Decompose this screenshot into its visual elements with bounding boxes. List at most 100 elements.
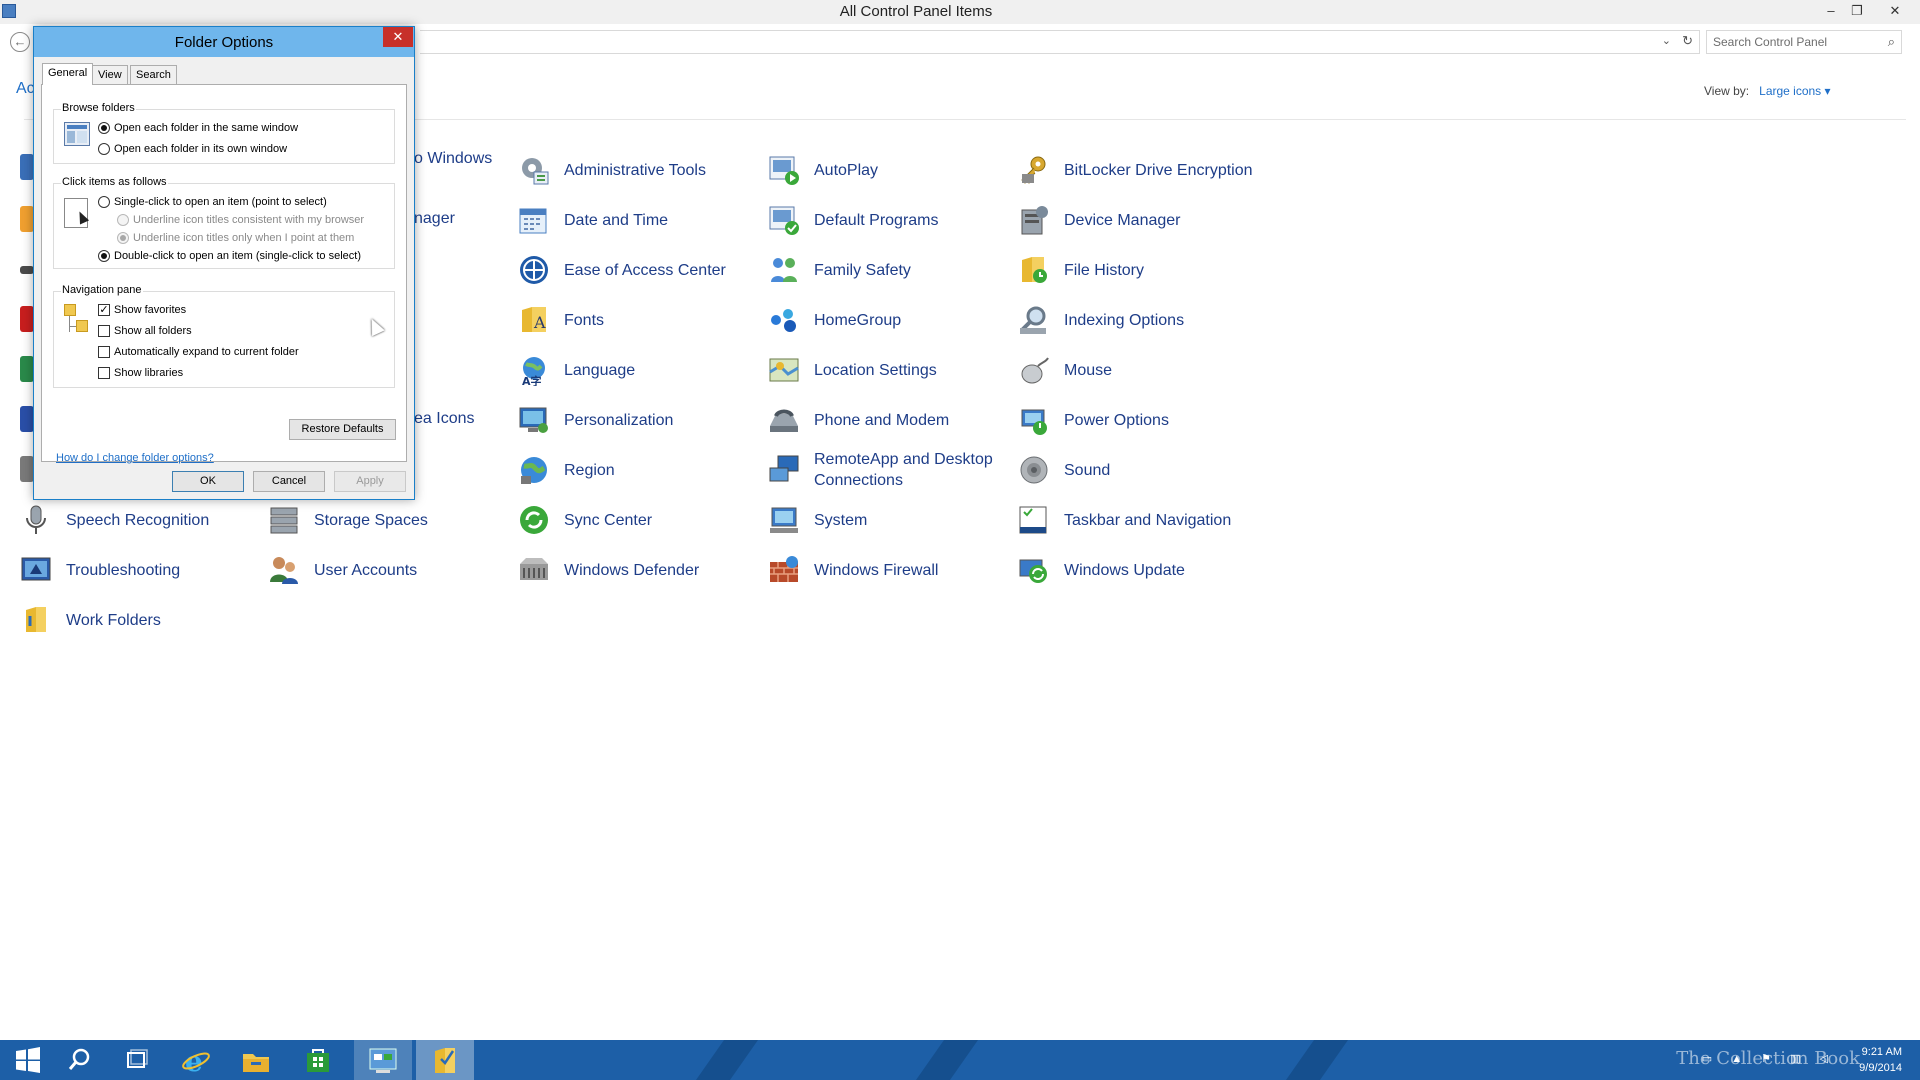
store-button[interactable] xyxy=(290,1040,346,1080)
item-user-accounts[interactable]: User Accounts xyxy=(268,550,417,590)
partial-label-windows[interactable]: o Windows xyxy=(414,150,492,168)
item-work-folders[interactable]: Work Folders xyxy=(20,600,161,640)
restore-button[interactable]: ❐ xyxy=(1846,2,1868,20)
item-location-settings[interactable]: Location Settings xyxy=(768,350,937,390)
tab-view[interactable]: View xyxy=(92,65,128,85)
partial-icon[interactable] xyxy=(20,356,34,382)
minimize-button[interactable]: – xyxy=(1820,2,1842,20)
item-homegroup[interactable]: HomeGroup xyxy=(768,300,901,340)
show-libraries-checkbox[interactable] xyxy=(98,367,110,379)
show-all-folders-checkbox[interactable] xyxy=(98,325,110,337)
item-sound[interactable]: Sound xyxy=(1018,450,1110,490)
windows-defender-icon xyxy=(518,554,550,586)
open-same-window-option[interactable]: Open each folder in the same window xyxy=(98,122,298,134)
dialog-title-bar[interactable]: Folder Options ✕ xyxy=(34,27,414,57)
show-all-folders-option[interactable]: Show all folders xyxy=(98,325,192,337)
address-dropdown-icon[interactable]: ⌄ xyxy=(1662,34,1671,47)
file-explorer-button[interactable] xyxy=(228,1040,284,1080)
item-windows-firewall[interactable]: Windows Firewall xyxy=(768,550,938,590)
item-phone-and-modem[interactable]: Phone and Modem xyxy=(768,400,949,440)
item-language[interactable]: A字 Language xyxy=(518,350,635,390)
tab-general[interactable]: General xyxy=(42,63,94,85)
item-storage-spaces[interactable]: Storage Spaces xyxy=(268,500,428,540)
partial-label-area-icons[interactable]: ea Icons xyxy=(414,410,474,428)
open-same-window-radio[interactable] xyxy=(98,122,110,134)
item-family-safety[interactable]: Family Safety xyxy=(768,250,911,290)
show-libraries-option[interactable]: Show libraries xyxy=(98,367,183,379)
partial-icon[interactable] xyxy=(20,206,34,232)
item-remoteapp[interactable]: RemoteApp and Desktop Connections xyxy=(768,450,1004,490)
search-taskbar-button[interactable] xyxy=(52,1040,108,1080)
open-own-window-radio[interactable] xyxy=(98,143,110,155)
tab-search[interactable]: Search xyxy=(130,65,177,85)
item-taskbar-and-navigation[interactable]: Taskbar and Navigation xyxy=(1018,500,1231,540)
double-click-radio[interactable] xyxy=(98,250,110,262)
navigation-pane-folder-tree-icon xyxy=(64,304,90,340)
search-icon[interactable]: ⌕ xyxy=(1888,34,1895,50)
calendar-clock-icon xyxy=(518,204,550,236)
device-manager-icon xyxy=(1018,204,1050,236)
item-speech-recognition[interactable]: Speech Recognition xyxy=(20,500,209,540)
item-windows-update[interactable]: Windows Update xyxy=(1018,550,1185,590)
restore-defaults-button[interactable]: Restore Defaults xyxy=(289,419,396,440)
ok-button[interactable]: OK xyxy=(172,471,244,492)
item-mouse[interactable]: Mouse xyxy=(1018,350,1112,390)
view-by: View by: Large icons ▾ xyxy=(1704,84,1831,98)
item-power-options[interactable]: Power Options xyxy=(1018,400,1169,440)
bitlocker-key-icon xyxy=(1018,154,1050,186)
left-pane-link-partial[interactable]: Ac xyxy=(16,80,35,98)
partial-icon[interactable] xyxy=(20,456,34,482)
auto-expand-option[interactable]: Automatically expand to current folder xyxy=(98,346,299,358)
double-click-option[interactable]: Double-click to open an item (single-cli… xyxy=(98,250,361,262)
system-tray-icons[interactable]: ▭ ▲ ⚑ ▥ ◁ xyxy=(1702,1052,1836,1065)
show-favorites-option[interactable]: ✓ Show favorites xyxy=(98,304,186,316)
item-fonts[interactable]: A Fonts xyxy=(518,300,604,340)
browse-folders-label: Browse folders xyxy=(61,102,136,114)
refresh-icon[interactable]: ↻ xyxy=(1682,33,1693,49)
auto-expand-checkbox[interactable] xyxy=(98,346,110,358)
start-button[interactable] xyxy=(0,1040,56,1080)
control-panel-taskbar-button[interactable] xyxy=(354,1040,412,1080)
item-region[interactable]: Region xyxy=(518,450,615,490)
item-default-programs[interactable]: Default Programs xyxy=(768,200,939,240)
item-file-history[interactable]: File History xyxy=(1018,250,1144,290)
single-click-option[interactable]: Single-click to open an item (point to s… xyxy=(98,196,327,208)
item-windows-defender[interactable]: Windows Defender xyxy=(518,550,699,590)
item-ease-of-access-center[interactable]: Ease of Access Center xyxy=(518,250,726,290)
close-window-button[interactable]: ✕ xyxy=(1884,2,1906,20)
dialog-close-button[interactable]: ✕ xyxy=(383,27,413,47)
help-link[interactable]: How do I change folder options? xyxy=(56,452,214,464)
item-troubleshooting[interactable]: Troubleshooting xyxy=(20,550,180,590)
partial-label-manager[interactable]: nager xyxy=(414,210,455,228)
item-bitlocker-drive-encryption[interactable]: BitLocker Drive Encryption xyxy=(1018,150,1253,190)
partial-icon[interactable] xyxy=(20,266,34,274)
administrative-tools-icon xyxy=(518,154,550,186)
item-personalization[interactable]: Personalization xyxy=(518,400,673,440)
partial-icon[interactable] xyxy=(20,306,34,332)
item-system[interactable]: System xyxy=(768,500,867,540)
back-arrow-icon[interactable]: ← xyxy=(10,32,30,52)
file-history-icon xyxy=(1018,254,1050,286)
cancel-button[interactable]: Cancel xyxy=(253,471,325,492)
item-date-and-time[interactable]: Date and Time xyxy=(518,200,668,240)
item-indexing-options[interactable]: Indexing Options xyxy=(1018,300,1184,340)
partial-icon[interactable] xyxy=(20,406,34,432)
item-administrative-tools[interactable]: Administrative Tools xyxy=(518,150,706,190)
search-box[interactable]: ⌕ xyxy=(1706,30,1902,54)
task-view-button[interactable] xyxy=(108,1040,164,1080)
single-click-radio[interactable] xyxy=(98,196,110,208)
open-own-window-option[interactable]: Open each folder in its own window xyxy=(98,143,287,155)
view-by-label: View by: xyxy=(1704,84,1750,98)
view-by-dropdown[interactable]: Large icons ▾ xyxy=(1759,84,1830,98)
partial-icon[interactable] xyxy=(20,154,34,180)
folder-options-taskbar-button[interactable] xyxy=(416,1040,474,1080)
search-input[interactable] xyxy=(1707,31,1867,53)
taskbar-clock[interactable]: 9:21 AM 9/9/2014 xyxy=(1859,1044,1902,1076)
show-favorites-checkbox[interactable]: ✓ xyxy=(98,304,110,316)
item-sync-center[interactable]: Sync Center xyxy=(518,500,652,540)
windows-update-icon xyxy=(1018,554,1050,586)
internet-explorer-button[interactable]: e xyxy=(168,1040,224,1080)
item-autoplay[interactable]: AutoPlay xyxy=(768,150,878,190)
item-device-manager[interactable]: Device Manager xyxy=(1018,200,1181,240)
address-bar[interactable]: ⌄ ↻ xyxy=(420,30,1700,54)
